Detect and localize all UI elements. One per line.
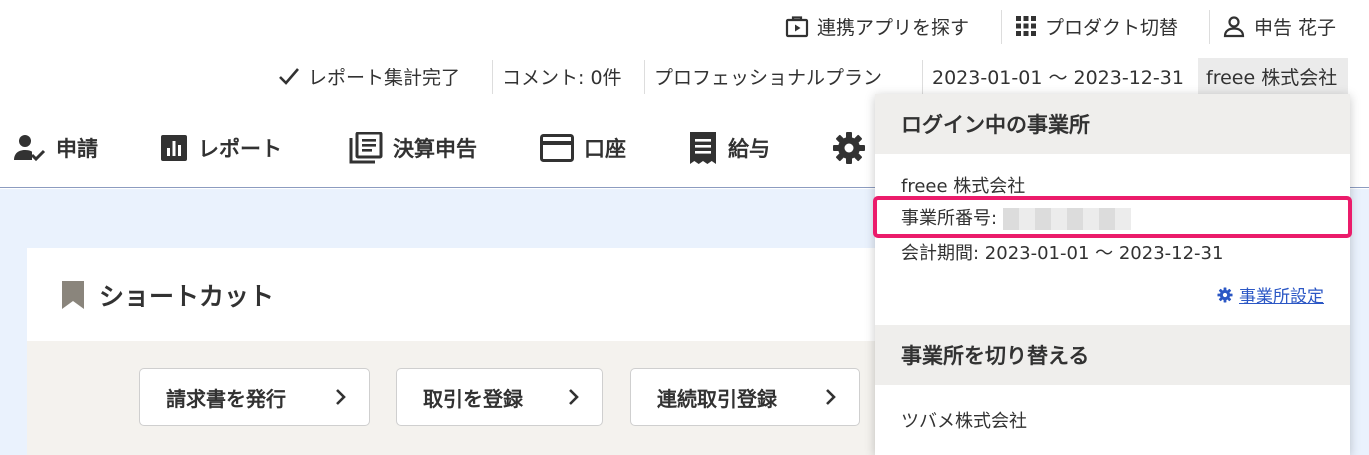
nav-item-label: 申請 [56,137,98,161]
user-menu-button[interactable]: 申告 花子 [1222,8,1336,44]
nav-item-report[interactable]: レポート [160,128,282,168]
user-check-icon [14,133,46,163]
chevron-right-icon [335,388,347,406]
bookmark-icon [61,280,85,310]
chevron-right-icon [825,388,837,406]
shortcut-buttons: 請求書を発行 取引を登録 連続取引登録 [27,341,887,455]
report-status: レポート集計完了 [278,59,460,93]
nav-item-label: 決算申告 [393,137,477,161]
shortcut-header: ショートカット [27,248,887,341]
divider [1001,10,1002,44]
shortcut-panel: ショートカット 請求書を発行 取引を登録 連続取引登録 [27,248,887,455]
receipt-icon [688,131,718,165]
gear-icon [1217,286,1233,303]
company-settings-link[interactable]: 事業所設定 [1217,282,1324,307]
card-icon [540,134,574,162]
document-stack-icon [349,132,383,164]
company-option-tsubame[interactable]: ツバメ株式会社 [901,407,1027,433]
company-dropdown: ログイン中の事業所 freee 株式会社 事業所番号: 会計期間: 2023-0… [875,94,1350,455]
nav-item-label: 給与 [728,137,770,161]
nav-item-settings[interactable] [832,128,876,168]
register-transaction-button[interactable]: 取引を登録 [396,368,603,426]
app-store-icon [785,14,809,38]
plan-label: プロフェッショナルプラン [654,66,883,89]
accounting-period: 会計期間: 2023-01-01 ～ 2023-12-31 [901,243,1224,264]
button-label: 請求書を発行 [166,386,286,411]
plan-link[interactable]: プロフェッショナルプラン [654,59,882,93]
current-company-name: freee 株式会社 [901,176,1026,197]
divider [922,60,923,94]
comment-count-link[interactable]: コメント: 0件 [502,59,622,93]
switch-company-header: 事業所を切り替える [875,325,1350,385]
top-utility-bar: 連携アプリを探す プロダクト切替 申告 花子 [0,0,1369,50]
company-label: freee 株式会社 [1206,66,1338,89]
comment-count-label: コメント: 0件 [502,66,622,89]
fiscal-period-label: 2023-01-01 ～ 2023-12-31 [932,66,1184,89]
nav-item-application[interactable]: 申請 [14,128,98,168]
user-name: 申告 花子 [1254,16,1337,39]
shortcut-title: ショートカット [99,281,275,311]
company-settings-label: 事業所設定 [1239,287,1324,307]
current-company-header: ログイン中の事業所 [875,94,1350,154]
nav-item-label: レポート [198,137,282,161]
button-label: 取引を登録 [423,386,523,411]
nav-item-payroll[interactable]: 給与 [688,128,770,168]
divider [492,60,493,94]
bar-chart-icon [160,134,188,162]
issue-invoice-button[interactable]: 請求書を発行 [139,368,370,426]
company-switcher-button[interactable]: freee 株式会社 [1198,58,1348,94]
divider [644,60,645,94]
gear-icon [832,131,866,165]
divider [1209,10,1210,44]
user-icon [1222,14,1246,38]
bulk-transaction-button[interactable]: 連続取引登録 [630,368,860,426]
grid-icon [1015,15,1037,37]
check-icon [278,66,300,86]
find-apps-label: 連携アプリを探す [817,16,970,39]
switch-product-button[interactable]: プロダクト切替 [1015,8,1178,44]
report-status-label: レポート集計完了 [308,66,461,89]
chevron-right-icon [568,388,580,406]
nav-item-tax-return[interactable]: 決算申告 [349,128,477,168]
nav-item-accounts[interactable]: 口座 [540,128,626,168]
find-apps-link[interactable]: 連携アプリを探す [785,8,969,44]
office-number-highlight [873,196,1352,238]
nav-item-label: 口座 [584,137,626,161]
fiscal-period[interactable]: 2023-01-01 ～ 2023-12-31 [932,59,1184,93]
button-label: 連続取引登録 [657,386,777,411]
switch-product-label: プロダクト切替 [1045,16,1179,39]
